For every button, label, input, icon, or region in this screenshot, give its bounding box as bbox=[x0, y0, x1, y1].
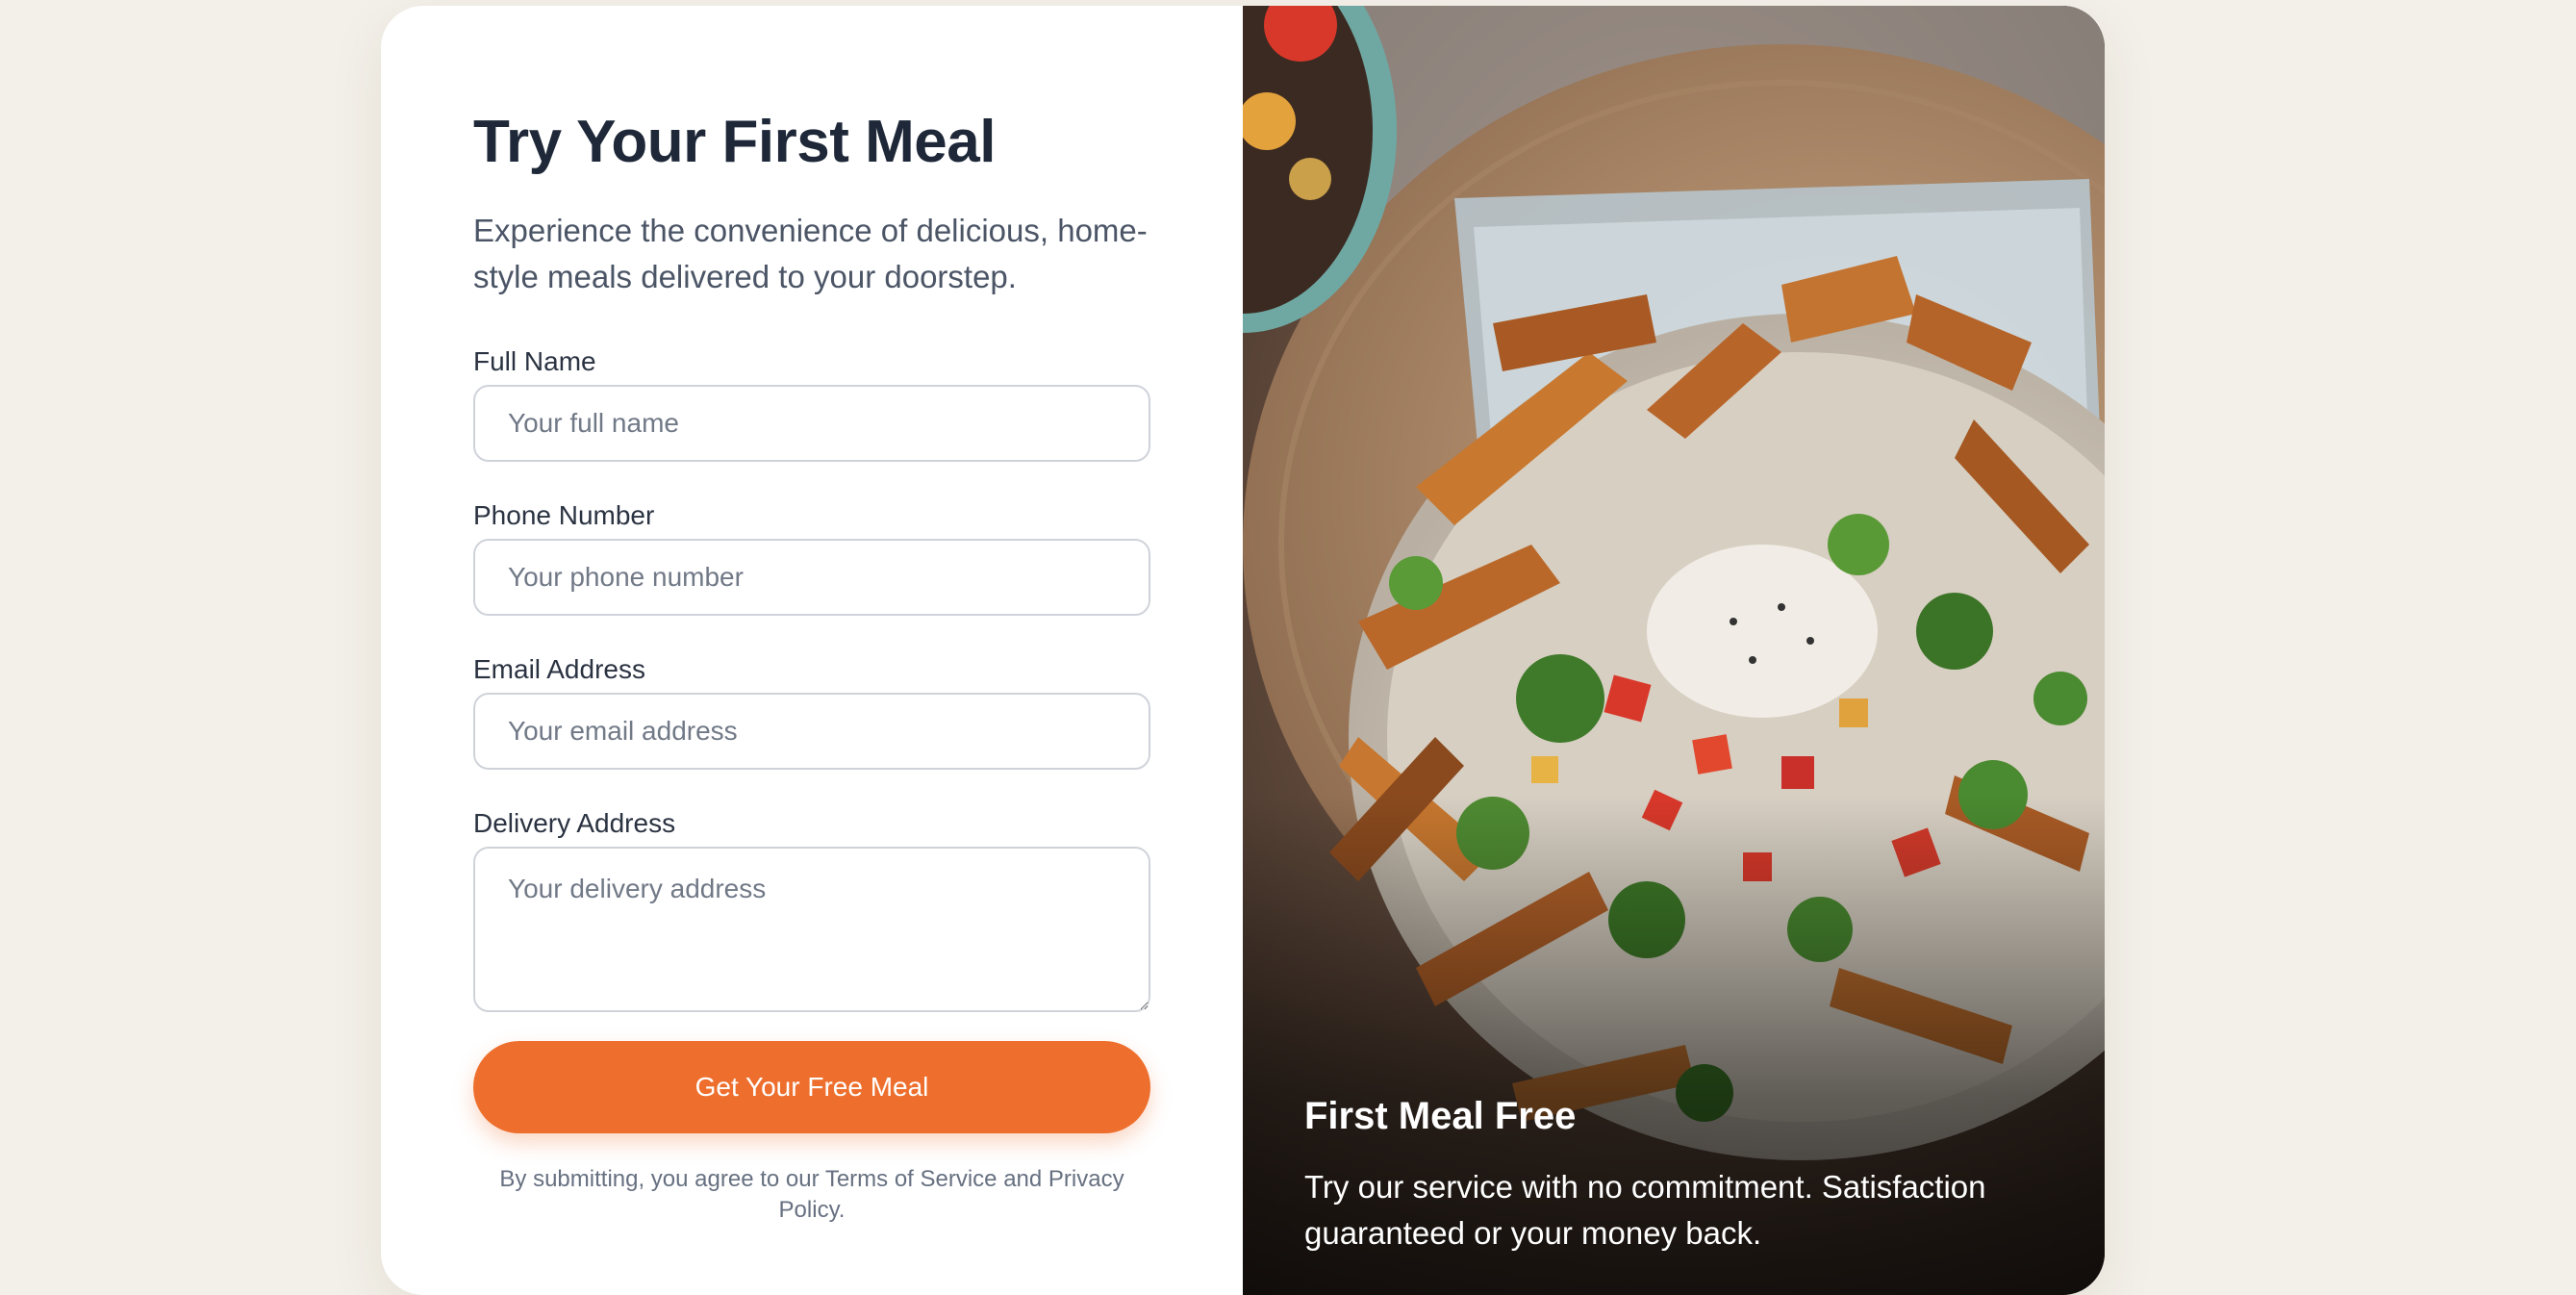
phone-input[interactable] bbox=[473, 539, 1150, 616]
delivery-address-label: Delivery Address bbox=[473, 808, 676, 838]
meal-image-panel: First Meal Free Try our service with no … bbox=[1243, 6, 2105, 1295]
full-name-input[interactable] bbox=[473, 385, 1150, 462]
get-free-meal-button[interactable]: Get Your Free Meal bbox=[473, 1041, 1150, 1133]
email-input[interactable] bbox=[473, 693, 1150, 770]
page-title: Try Your First Meal bbox=[473, 109, 996, 175]
form-panel: Try Your First Meal Experience the conve… bbox=[381, 6, 1243, 1295]
promo-title: First Meal Free bbox=[1304, 1095, 1577, 1137]
full-name-label: Full Name bbox=[473, 346, 596, 376]
terms-notice: By submitting, you agree to our Terms of… bbox=[499, 1166, 1124, 1223]
delivery-address-field-group: Delivery Address bbox=[473, 806, 1150, 1012]
phone-label: Phone Number bbox=[473, 500, 655, 530]
full-name-field-group: Full Name bbox=[473, 344, 1150, 462]
delivery-address-textarea[interactable] bbox=[473, 847, 1150, 1012]
promo-text: Try our service with no commitment. Sati… bbox=[1304, 1169, 1986, 1251]
page-subtitle: Experience the convenience of delicious,… bbox=[473, 213, 1148, 294]
signup-card: Try Your First Meal Experience the conve… bbox=[381, 6, 2105, 1295]
email-field-group: Email Address bbox=[473, 652, 1150, 770]
phone-field-group: Phone Number bbox=[473, 498, 1150, 616]
email-label: Email Address bbox=[473, 654, 645, 684]
